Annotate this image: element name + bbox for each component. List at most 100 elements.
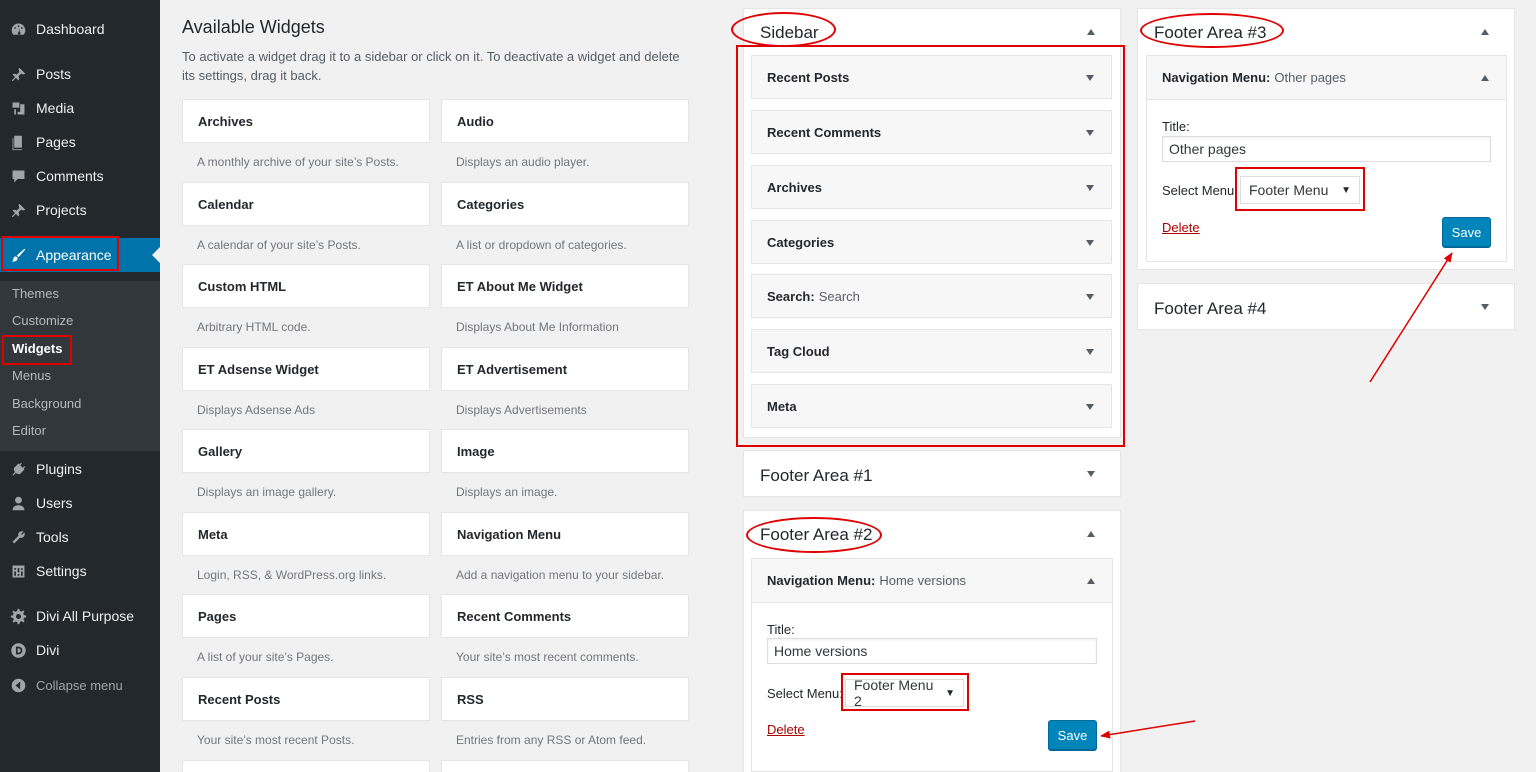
- menu-item-posts[interactable]: Posts: [0, 57, 160, 91]
- arrow-down-icon: [1086, 294, 1094, 300]
- sidebar-widget[interactable]: Meta: [751, 384, 1112, 428]
- select-menu-label: Select Menu:: [1162, 183, 1238, 198]
- widget-name: Meta: [767, 398, 797, 414]
- widget-header[interactable]: Navigation Menu: Other pages: [1147, 56, 1506, 100]
- expand-widget-toggle[interactable]: [1083, 71, 1097, 85]
- widget-name: Recent Comments: [767, 124, 882, 140]
- selected-value: Footer Menu 2: [854, 677, 934, 709]
- collapse-widget-toggle[interactable]: [1478, 71, 1492, 85]
- arrow-up-icon: [1087, 578, 1095, 584]
- widget-area-title[interactable]: Footer Area #2: [760, 525, 872, 545]
- available-widget-tile[interactable]: Calendar: [182, 182, 430, 226]
- menu-item-projects[interactable]: Projects: [0, 193, 160, 227]
- available-widget-tile[interactable]: Categories: [441, 182, 689, 226]
- menu-item-plugins[interactable]: Plugins: [0, 452, 160, 486]
- expand-widget-toggle[interactable]: [1083, 400, 1097, 414]
- pin-icon: [0, 202, 36, 219]
- expand-area-toggle[interactable]: [1478, 300, 1492, 314]
- sidebar-widget[interactable]: Tag Cloud: [751, 329, 1112, 373]
- submenu-item-widgets[interactable]: Widgets: [12, 337, 62, 361]
- menu-label: Settings: [36, 563, 87, 579]
- widget-name: Archives: [767, 179, 822, 195]
- select-menu-dropdown[interactable]: Footer Menu 2 ▼: [845, 677, 964, 709]
- widget-area-title[interactable]: Sidebar: [760, 23, 819, 43]
- available-widget-tile[interactable]: ET Adsense Widget: [182, 347, 430, 391]
- available-widget-tile[interactable]: [441, 760, 689, 772]
- available-widget-tile[interactable]: Navigation Menu: [441, 512, 689, 556]
- menu-item-appearance[interactable]: Appearance: [0, 238, 160, 272]
- widget-area-title[interactable]: Footer Area #3: [1154, 23, 1266, 43]
- available-widget-tile[interactable]: Gallery: [182, 429, 430, 473]
- widget-name: Categories: [767, 234, 835, 250]
- submenu-item-menus[interactable]: Menus: [12, 364, 51, 388]
- available-widget-description: Your site’s most recent Posts.: [197, 733, 355, 747]
- available-widget-tile[interactable]: RSS: [441, 677, 689, 721]
- submenu-item-themes[interactable]: Themes: [12, 282, 59, 306]
- sidebar-widget[interactable]: Categories: [751, 220, 1112, 264]
- submenu-item-customize[interactable]: Customize: [12, 309, 73, 333]
- available-widget-description: Arbitrary HTML code.: [197, 320, 311, 334]
- arrow-down-icon: [1086, 185, 1094, 191]
- collapse-menu-button[interactable]: Collapse menu: [0, 668, 160, 702]
- available-widget-description: Displays an image.: [456, 485, 558, 499]
- widget-name: Navigation Menu:: [1162, 70, 1271, 85]
- arrow-up-icon: [1087, 29, 1095, 35]
- menu-item-pages[interactable]: Pages: [0, 125, 160, 159]
- arrow-up-icon: [1087, 531, 1095, 537]
- menu-item-comments[interactable]: Comments: [0, 159, 160, 193]
- menu-item-settings[interactable]: Settings: [0, 554, 160, 588]
- collapse-area-toggle[interactable]: [1084, 527, 1098, 541]
- expand-area-toggle[interactable]: [1084, 467, 1098, 481]
- menu-item-tools[interactable]: Tools: [0, 520, 160, 554]
- arrow-down-icon: [1086, 404, 1094, 410]
- sidebar-widget[interactable]: Recent Comments: [751, 110, 1112, 154]
- collapse-area-toggle[interactable]: [1084, 25, 1098, 39]
- menu-item-users[interactable]: Users: [0, 486, 160, 520]
- widget-area-footer-1[interactable]: Footer Area #1: [743, 450, 1121, 497]
- menu-item-divi-all-purpose[interactable]: Divi All Purpose: [0, 599, 160, 633]
- expand-widget-toggle[interactable]: [1083, 236, 1097, 250]
- sidebar-widget[interactable]: Search: Search: [751, 274, 1112, 318]
- submenu-item-editor[interactable]: Editor: [12, 419, 46, 443]
- plug-icon: [0, 461, 36, 478]
- widget-area-footer-4[interactable]: Footer Area #4: [1137, 283, 1515, 330]
- delete-link[interactable]: Delete: [1162, 220, 1200, 235]
- collapse-area-toggle[interactable]: [1478, 25, 1492, 39]
- menu-item-dashboard[interactable]: Dashboard: [0, 12, 160, 46]
- save-button[interactable]: Save: [1048, 720, 1097, 750]
- expand-widget-toggle[interactable]: [1083, 290, 1097, 304]
- available-widget-tile[interactable]: Audio: [441, 99, 689, 143]
- expand-widget-toggle[interactable]: [1083, 181, 1097, 195]
- sidebar-widget[interactable]: Archives: [751, 165, 1112, 209]
- available-widget-tile[interactable]: ET About Me Widget: [441, 264, 689, 308]
- available-widget-tile[interactable]: Pages: [182, 594, 430, 638]
- available-widget-tile[interactable]: Recent Comments: [441, 594, 689, 638]
- menu-label: Users: [36, 495, 73, 511]
- menu-label: Tools: [36, 529, 69, 545]
- submenu-item-background[interactable]: Background: [12, 392, 81, 416]
- menu-item-divi[interactable]: Divi: [0, 633, 160, 667]
- widget-name: Recent Posts: [767, 69, 850, 85]
- menu-label: Comments: [36, 168, 104, 184]
- title-input[interactable]: [1162, 136, 1491, 162]
- sidebar-widget[interactable]: Recent Posts: [751, 55, 1112, 99]
- delete-link[interactable]: Delete: [767, 722, 805, 737]
- menu-item-media[interactable]: Media: [0, 91, 160, 125]
- available-widget-tile[interactable]: Archives: [182, 99, 430, 143]
- expand-widget-toggle[interactable]: [1083, 126, 1097, 140]
- available-widget-description: Login, RSS, & WordPress.org links.: [197, 568, 387, 582]
- available-widget-tile[interactable]: [182, 760, 430, 772]
- title-input[interactable]: [767, 638, 1097, 664]
- available-widget-tile[interactable]: Recent Posts: [182, 677, 430, 721]
- select-menu-dropdown[interactable]: Footer Menu ▼: [1240, 176, 1360, 204]
- available-widget-tile[interactable]: Custom HTML: [182, 264, 430, 308]
- save-button[interactable]: Save: [1442, 217, 1491, 247]
- widget-header[interactable]: Navigation Menu: Home versions: [752, 559, 1112, 603]
- collapse-widget-toggle[interactable]: [1084, 574, 1098, 588]
- settings-icon: [0, 563, 36, 580]
- available-widget-tile[interactable]: Image: [441, 429, 689, 473]
- available-widget-tile[interactable]: ET Advertisement: [441, 347, 689, 391]
- expand-widget-toggle[interactable]: [1083, 345, 1097, 359]
- available-widget-tile[interactable]: Meta: [182, 512, 430, 556]
- gear-icon: [0, 608, 36, 625]
